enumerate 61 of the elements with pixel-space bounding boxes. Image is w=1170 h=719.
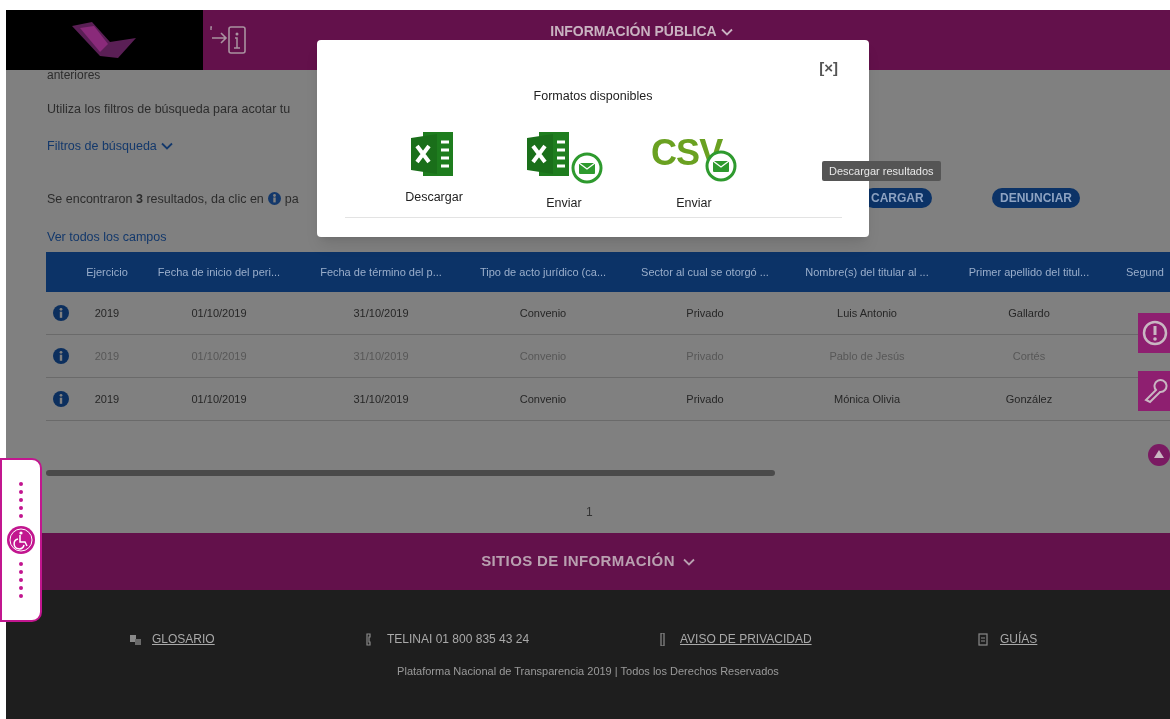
column-header[interactable]: Sector al cual se otorgó ... [624,263,786,281]
column-header[interactable]: Primer apellido del titul... [948,263,1110,281]
column-header[interactable]: Tipo de acto jurídico (ca... [462,263,624,281]
scroll-up-icon [1148,444,1170,466]
all-fields-link[interactable]: Ver todos los campos [47,228,167,247]
page-number[interactable]: 1 [586,503,593,521]
close-button[interactable]: [×] [819,57,838,80]
accessibility-button[interactable] [0,458,42,622]
results-text: Se encontraron 3 resultados, da clic en [47,190,264,208]
info-icon [53,391,69,407]
results-text: pa [284,190,299,208]
table-cell-text: 31/10/2019 [352,391,410,407]
column-header[interactable]: Fecha de inicio del peri... [138,263,300,281]
format-option[interactable]: Enviar [519,130,609,213]
hint-text: Utiliza los filtros de búsqueda para acotar tu [47,101,291,118]
alert-button[interactable] [1138,313,1170,353]
tools-button[interactable] [1138,371,1170,411]
sites-menu[interactable]: SITIOS DE INFORMACIÓN [481,550,695,573]
column-header[interactable]: Fecha de término del p... [300,263,462,281]
table-cell-text: 01/10/2019 [190,305,248,321]
table-cell-text: Convenio [518,391,568,407]
column-header[interactable]: Ejercicio [76,263,138,281]
info-icon [53,305,69,321]
info-icon [267,192,281,206]
tooltip: Descargar resultados [822,161,941,181]
dialog-title: Formatos disponibles [532,88,654,105]
footer-link[interactable]: GUÍAS [1000,630,1038,648]
table-cell-text: González [1004,391,1054,407]
column-header[interactable]: Nombre(s) del titular al ... [786,263,948,281]
login-icon [208,24,248,56]
chevron-down-icon [720,27,733,36]
logo[interactable] [6,10,203,70]
footer-link[interactable]: GLOSARIO [152,630,215,648]
dots-icon [18,561,24,599]
dots-icon [18,481,24,519]
exclamation-icon [1142,320,1168,346]
table-cell-text: 31/10/2019 [352,305,410,321]
chevron-down-icon [160,142,173,151]
table-cell-text: Mónica Olivia [833,391,901,407]
filters-link[interactable]: Filtros de búsqueda [47,136,173,156]
column-header[interactable]: Segund [1110,263,1170,281]
copyright-text: Plataforma Nacional de Transparencia 2019 | Todos los Derechos Reservados [397,664,779,679]
info-icon [53,348,69,364]
table-cell-text: Convenio [518,305,568,321]
table-cell-text: 01/10/2019 [190,391,248,407]
chevron-down-icon [682,557,695,566]
text-line: anteriores [47,70,102,80]
footer-link[interactable]: AVISO DE PRIVACIDAD [680,630,812,648]
table-cell-text: Luis Antonio [836,305,898,321]
spreadsheet-mail-icon [525,130,603,184]
action-button[interactable]: DENUNCIAR [992,188,1080,208]
scrollbar[interactable] [46,470,775,476]
phone-text: TELINAI 01 800 835 43 24 [387,631,530,648]
document-icon [977,632,990,646]
format-option[interactable]: Descargar [389,130,479,213]
table-cell-text: Gallardo [1007,305,1051,321]
table-cell-text: 2019 [93,391,121,407]
wheelchair-icon [6,525,36,555]
table-cell-text: Privado [685,391,725,407]
table-cell-text: 2019 [93,305,121,321]
table-cell-text: Privado [685,305,725,321]
